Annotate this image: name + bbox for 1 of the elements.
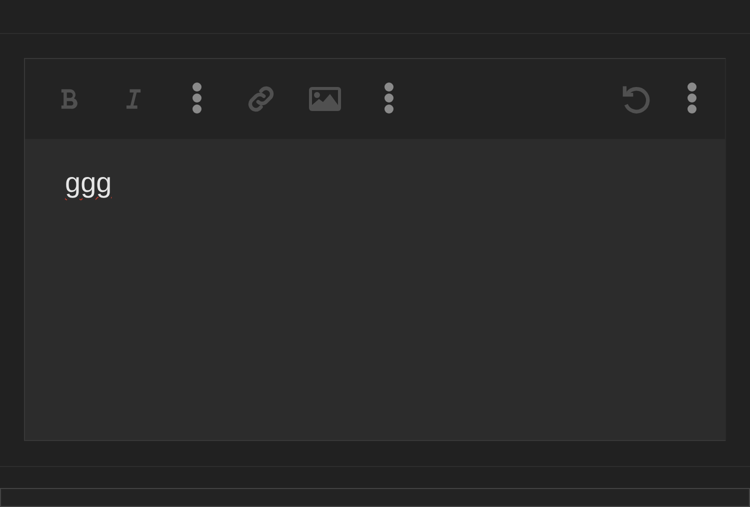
editor-text: ggg xyxy=(65,167,112,198)
